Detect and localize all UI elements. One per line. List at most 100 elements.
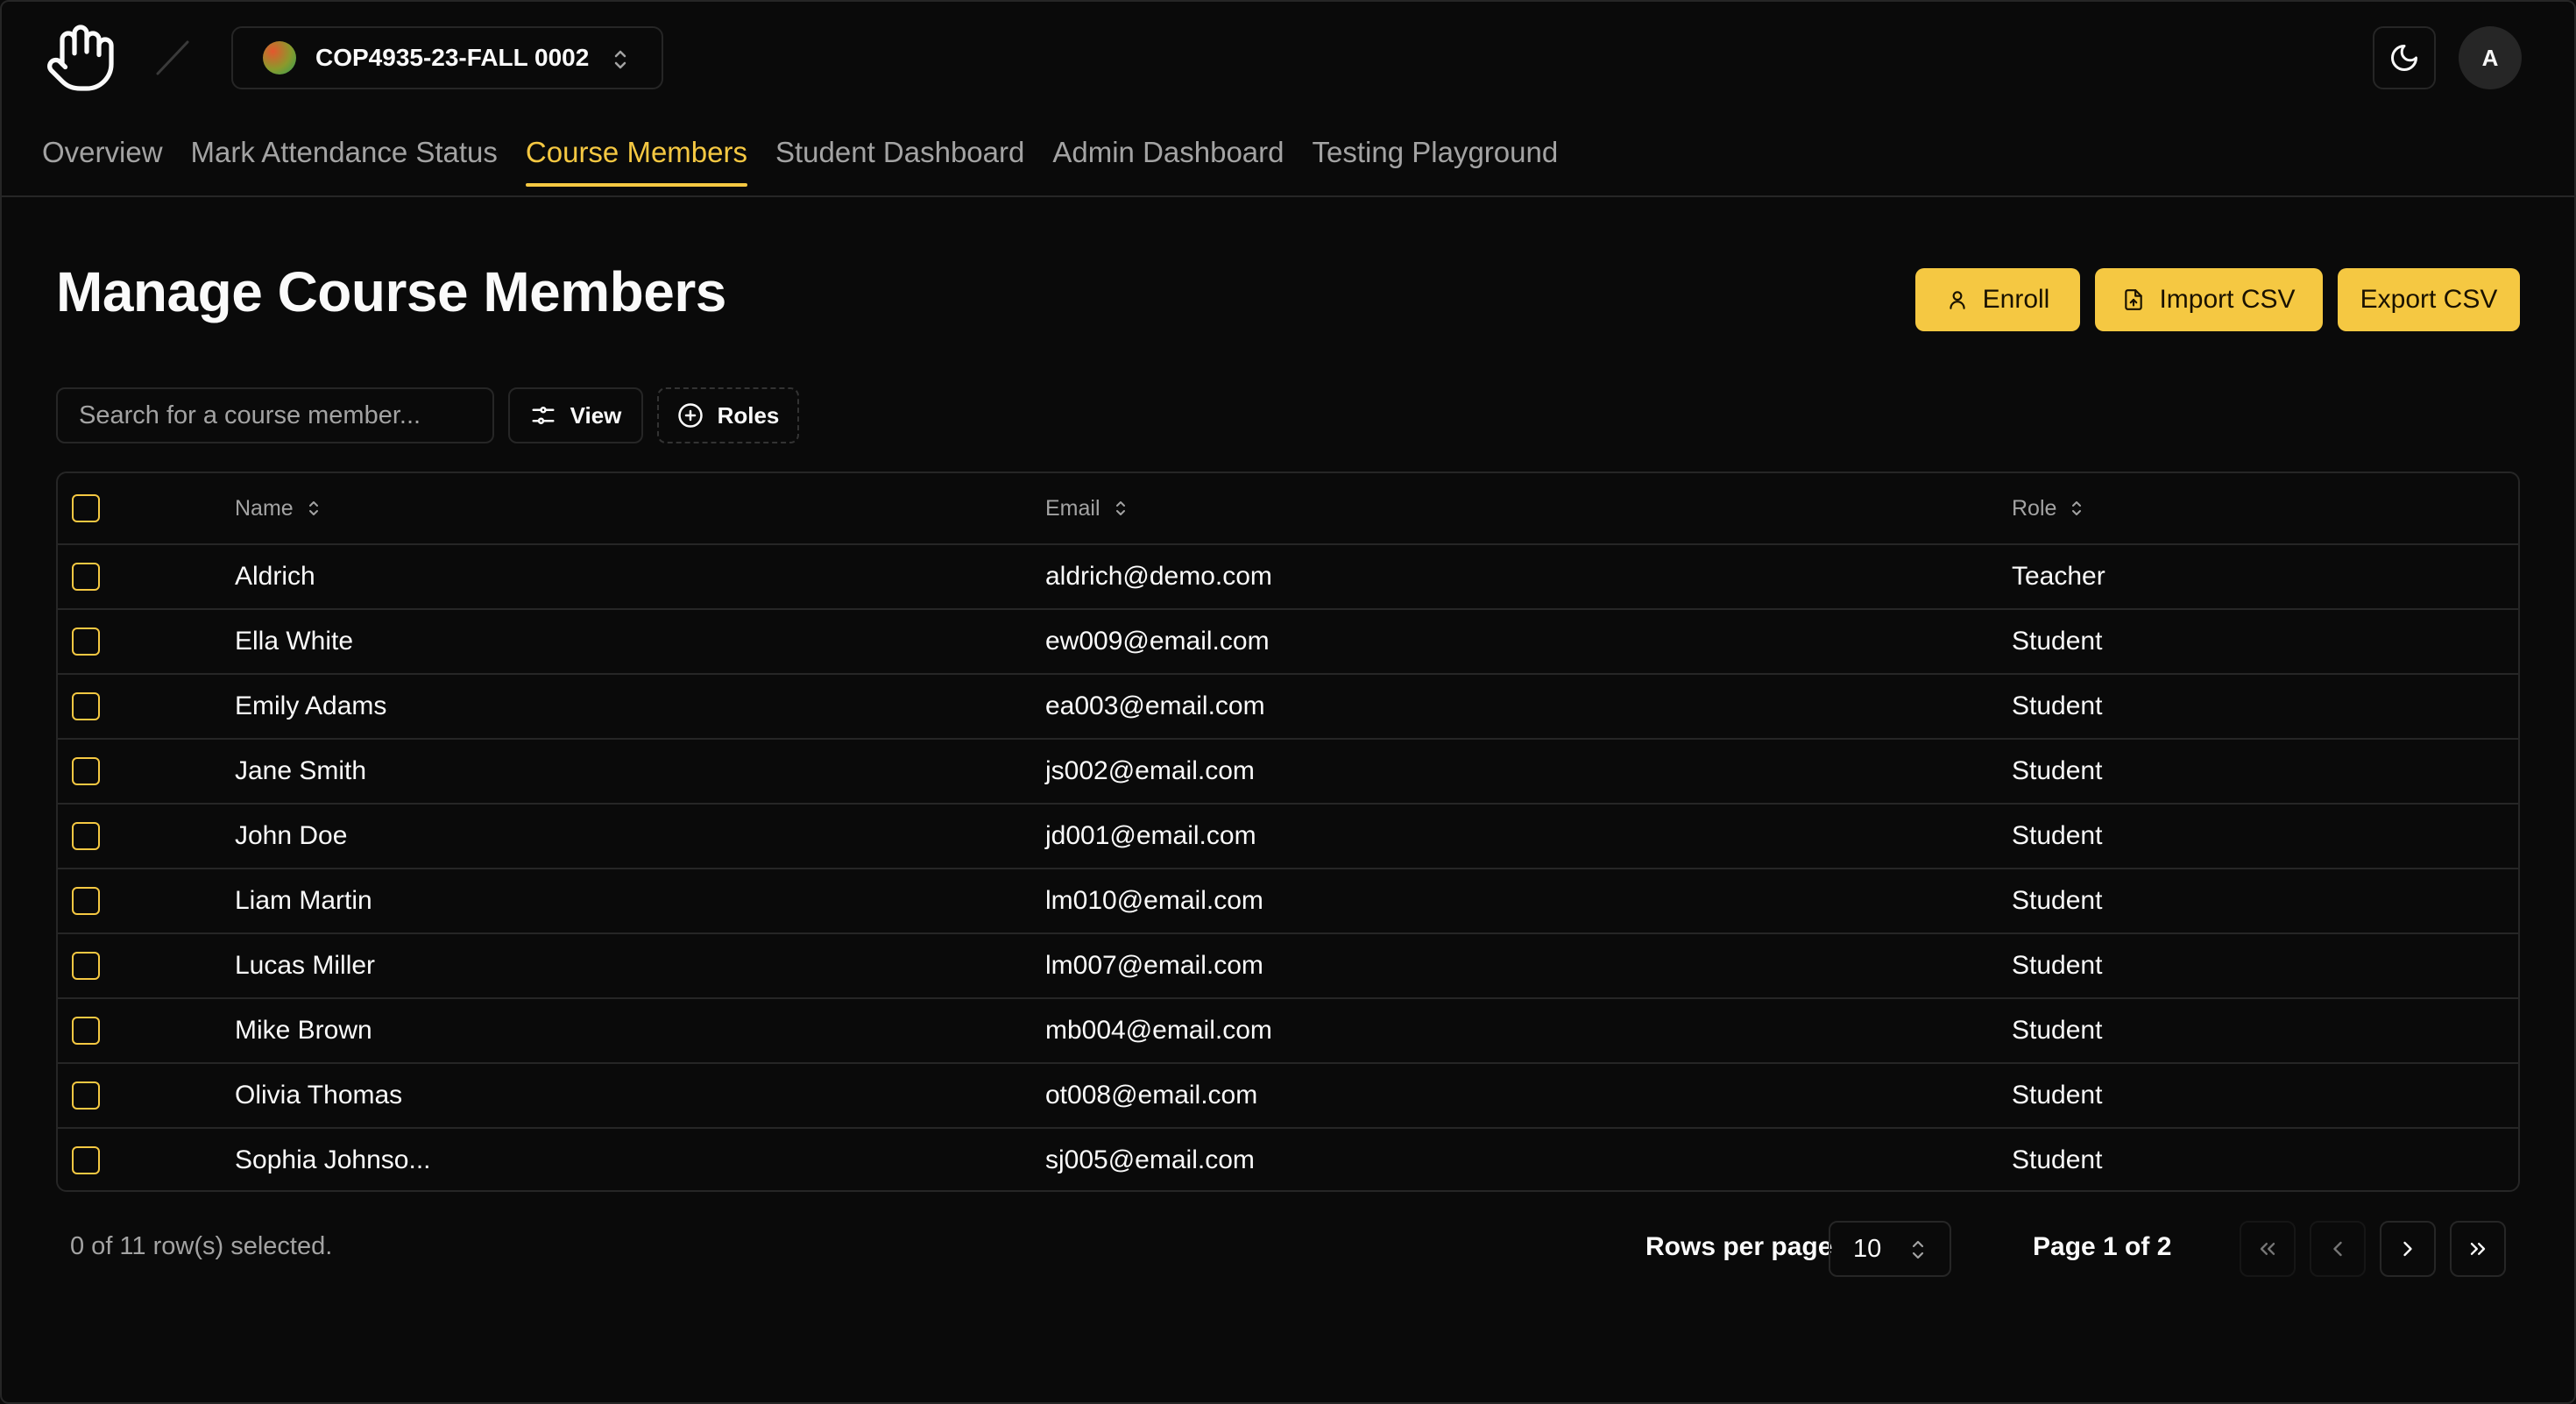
- chevron-left-icon: [2325, 1237, 2350, 1261]
- file-upload-icon: [2122, 288, 2145, 311]
- sort-icon: [2070, 498, 2083, 519]
- tab-course-members[interactable]: Course Members: [525, 136, 748, 187]
- import-csv-label: Import CSV: [2159, 285, 2296, 314]
- import-csv-button[interactable]: Import CSV: [2095, 268, 2323, 331]
- chevron-up-down-icon: [1911, 1238, 1925, 1261]
- search-input[interactable]: [56, 387, 494, 443]
- next-page-button[interactable]: [2380, 1221, 2436, 1277]
- column-header-email[interactable]: Email: [1045, 473, 1127, 543]
- member-email: ot008@email.com: [1045, 1081, 1258, 1110]
- previous-page-button[interactable]: [2310, 1221, 2366, 1277]
- row-checkbox[interactable]: [72, 822, 100, 850]
- member-email: ew009@email.com: [1045, 627, 1270, 656]
- member-email: mb004@email.com: [1045, 1016, 1272, 1045]
- table-header-row: Name Email Role: [58, 473, 2518, 545]
- table-row[interactable]: Emily Adams ea003@email.com Student: [58, 675, 2518, 740]
- member-email: lm010@email.com: [1045, 886, 1263, 915]
- last-page-button[interactable]: [2450, 1221, 2506, 1277]
- member-name: Mike Brown: [235, 1016, 372, 1045]
- row-checkbox[interactable]: [72, 1017, 100, 1045]
- row-checkbox[interactable]: [72, 563, 100, 591]
- member-name: Liam Martin: [235, 886, 372, 915]
- member-role: Student: [2012, 1081, 2103, 1110]
- member-name: Olivia Thomas: [235, 1081, 403, 1110]
- course-switcher[interactable]: COP4935-23-FALL 0002: [231, 26, 663, 89]
- member-name: Sophia Johnso...: [235, 1145, 431, 1174]
- moon-icon: [2388, 42, 2420, 74]
- tab-overview[interactable]: Overview: [42, 136, 163, 185]
- column-header-role[interactable]: Role: [2012, 473, 2083, 543]
- first-page-button[interactable]: [2240, 1221, 2296, 1277]
- app-header: COP4935-23-FALL 0002 A Overview Mark Att…: [0, 0, 2576, 197]
- export-csv-label: Export CSV: [2360, 285, 2498, 314]
- row-checkbox[interactable]: [72, 1081, 100, 1110]
- member-role: Student: [2012, 1016, 2103, 1045]
- member-email: aldrich@demo.com: [1045, 562, 1272, 591]
- slash-separator-icon: [151, 37, 195, 79]
- tab-mark-attendance-status[interactable]: Mark Attendance Status: [191, 136, 498, 185]
- course-avatar: [263, 41, 296, 74]
- sort-icon: [308, 498, 320, 519]
- plus-circle-icon: [677, 402, 704, 429]
- user-avatar[interactable]: A: [2459, 26, 2522, 89]
- rows-per-page-select[interactable]: 10: [1829, 1221, 1951, 1277]
- row-checkbox[interactable]: [72, 628, 100, 656]
- table-row[interactable]: Lucas Miller lm007@email.com Student: [58, 934, 2518, 999]
- rows-per-page-value: 10: [1853, 1234, 1882, 1263]
- table-row[interactable]: Ella White ew009@email.com Student: [58, 610, 2518, 675]
- chevron-up-down-icon: [612, 47, 628, 72]
- member-email: sj005@email.com: [1045, 1145, 1255, 1174]
- table-row[interactable]: Mike Brown mb004@email.com Student: [58, 999, 2518, 1064]
- member-email: ea003@email.com: [1045, 691, 1265, 720]
- selection-count: 0 of 11 row(s) selected.: [70, 1232, 333, 1260]
- roles-filter-button[interactable]: Roles: [657, 387, 799, 443]
- page-title: Manage Course Members: [56, 260, 726, 323]
- wave-hand-icon[interactable]: [44, 21, 117, 95]
- rows-per-page-label: Rows per page: [1645, 1232, 1833, 1261]
- page-indicator: Page 1 of 2: [2033, 1232, 2172, 1261]
- member-name: Jane Smith: [235, 756, 367, 785]
- main-nav: Overview Mark Attendance Status Course M…: [42, 136, 1559, 187]
- member-role: Student: [2012, 627, 2103, 656]
- view-options-button[interactable]: View: [508, 387, 643, 443]
- member-email: lm007@email.com: [1045, 951, 1263, 980]
- table-row[interactable]: Olivia Thomas ot008@email.com Student: [58, 1064, 2518, 1129]
- member-role: Student: [2012, 886, 2103, 915]
- select-all-checkbox[interactable]: [72, 494, 100, 522]
- member-name: John Doe: [235, 821, 348, 850]
- member-role: Student: [2012, 756, 2103, 785]
- member-role: Teacher: [2012, 562, 2105, 591]
- member-name: Aldrich: [235, 562, 315, 591]
- table-row[interactable]: Liam Martin lm010@email.com Student: [58, 869, 2518, 934]
- member-role: Student: [2012, 821, 2103, 850]
- roles-label: Roles: [717, 401, 780, 429]
- table-row[interactable]: Sophia Johnso... sj005@email.com Student: [58, 1129, 2518, 1190]
- theme-toggle-button[interactable]: [2373, 26, 2436, 89]
- tab-admin-dashboard[interactable]: Admin Dashboard: [1052, 136, 1284, 185]
- chevron-right-icon: [2396, 1237, 2420, 1261]
- member-role: Student: [2012, 1145, 2103, 1174]
- table-row[interactable]: John Doe jd001@email.com Student: [58, 805, 2518, 869]
- row-checkbox[interactable]: [72, 757, 100, 785]
- members-table: Name Email Role Aldrich aldrich@demo.com…: [56, 472, 2520, 1192]
- tab-student-dashboard[interactable]: Student Dashboard: [775, 136, 1024, 185]
- tab-testing-playground[interactable]: Testing Playground: [1313, 136, 1559, 185]
- enroll-button[interactable]: Enroll: [1915, 268, 2080, 331]
- chevrons-right-icon: [2466, 1237, 2490, 1261]
- chevrons-left-icon: [2255, 1237, 2280, 1261]
- table-row[interactable]: Aldrich aldrich@demo.com Teacher: [58, 545, 2518, 610]
- row-checkbox[interactable]: [72, 887, 100, 915]
- member-email: js002@email.com: [1045, 756, 1255, 785]
- member-name: Emily Adams: [235, 691, 387, 720]
- enroll-label: Enroll: [1982, 285, 2050, 314]
- export-csv-button[interactable]: Export CSV: [2338, 268, 2520, 331]
- row-checkbox[interactable]: [72, 692, 100, 720]
- row-checkbox[interactable]: [72, 952, 100, 980]
- row-checkbox[interactable]: [72, 1146, 100, 1174]
- sort-icon: [1115, 498, 1127, 519]
- course-name: COP4935-23-FALL 0002: [315, 44, 590, 71]
- member-email: jd001@email.com: [1045, 821, 1256, 850]
- table-row[interactable]: Jane Smith js002@email.com Student: [58, 740, 2518, 805]
- member-role: Student: [2012, 951, 2103, 980]
- column-header-name[interactable]: Name: [235, 473, 320, 543]
